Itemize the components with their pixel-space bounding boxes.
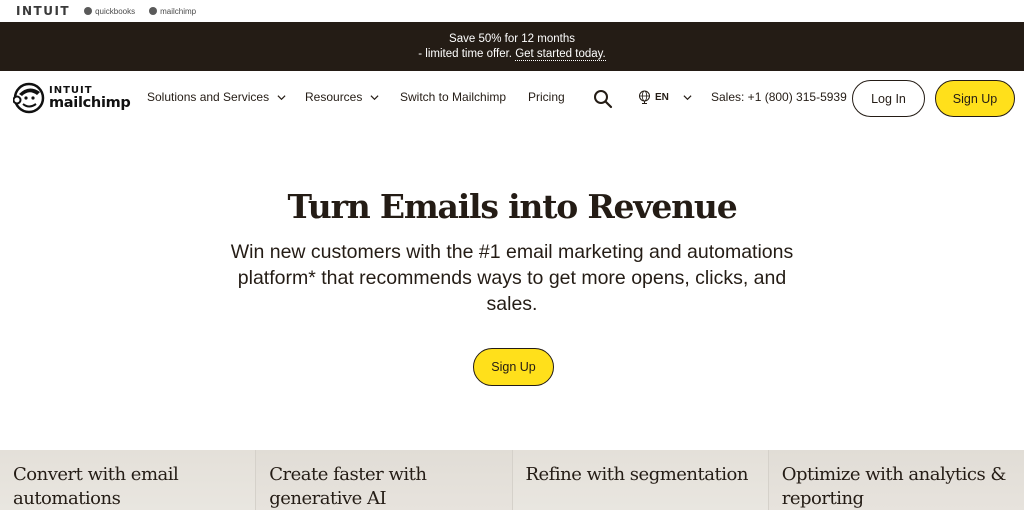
chevron-down-icon <box>277 94 286 100</box>
nav-solutions-and-services[interactable]: Solutions and Services <box>147 90 286 104</box>
mailchimp-label: mailchimp <box>160 6 197 16</box>
logo-wordmark: INTUIT mailchimp <box>49 85 131 111</box>
search-icon[interactable] <box>593 89 613 109</box>
nav-item-label: Resources <box>305 90 363 104</box>
hero-signup-button[interactable]: Sign Up <box>473 348 554 386</box>
intuit-brand-bar: INTUIT quickbooks mailchimp <box>0 0 1024 22</box>
hero-subtitle: Win new customers with the #1 email mark… <box>230 241 794 315</box>
nav-resources[interactable]: Resources <box>305 90 379 104</box>
feature-tile-segmentation[interactable]: Refine with segmentation <box>512 450 769 510</box>
intuit-logo[interactable]: INTUIT <box>16 4 70 18</box>
chevron-down-icon <box>683 94 692 100</box>
feature-tiles: Convert with email automations Create fa… <box>0 450 1024 510</box>
sales-phone-link[interactable]: Sales: +1 (800) 315-5939 <box>711 90 847 104</box>
nav-switch-to-mailchimp[interactable]: Switch to Mailchimp <box>400 90 506 104</box>
feature-tile-generative-ai[interactable]: Create faster with generative AI <box>256 450 513 510</box>
chevron-down-icon <box>370 94 379 100</box>
promo-get-started-link[interactable]: Get started today. <box>515 47 606 61</box>
nav-pricing[interactable]: Pricing <box>528 90 565 104</box>
language-value: EN <box>655 91 669 103</box>
nav-item-label: Solutions and Services <box>147 90 270 104</box>
mailchimp-icon <box>149 7 158 15</box>
nav-item-label: Switch to Mailchimp <box>400 90 507 104</box>
promo-line-1: Save 50% for 12 months <box>449 32 575 45</box>
login-button[interactable]: Log In <box>852 80 925 117</box>
freddie-chimp-icon <box>13 82 45 114</box>
feature-tile-email-automations[interactable]: Convert with email automations <box>0 450 257 510</box>
main-nav: INTUIT mailchimp Solutions and Services … <box>0 71 1024 125</box>
nav-signup-button[interactable]: Sign Up <box>935 80 1015 117</box>
logo-mailchimp-text: mailchimp <box>49 94 131 111</box>
globe-icon <box>639 90 650 104</box>
promo-banner: Save 50% for 12 months - limited time of… <box>0 22 1024 71</box>
hero-title: Turn Emails into Revenue <box>287 187 737 226</box>
mailchimp-link[interactable]: mailchimp <box>149 7 196 16</box>
promo-line-2-text: - limited time offer. <box>418 47 516 60</box>
quickbooks-icon <box>84 7 93 15</box>
mailchimp-logo[interactable]: INTUIT mailchimp <box>13 82 131 114</box>
feature-tile-analytics-reporting[interactable]: Optimize with analytics & reporting <box>768 450 1024 510</box>
quickbooks-link[interactable]: quickbooks <box>84 7 135 16</box>
language-selector[interactable]: EN <box>638 90 692 104</box>
quickbooks-label: quickbooks <box>95 6 136 16</box>
promo-line-2: - limited time offer. Get started today. <box>418 47 606 62</box>
nav-item-label: Pricing <box>528 90 565 104</box>
